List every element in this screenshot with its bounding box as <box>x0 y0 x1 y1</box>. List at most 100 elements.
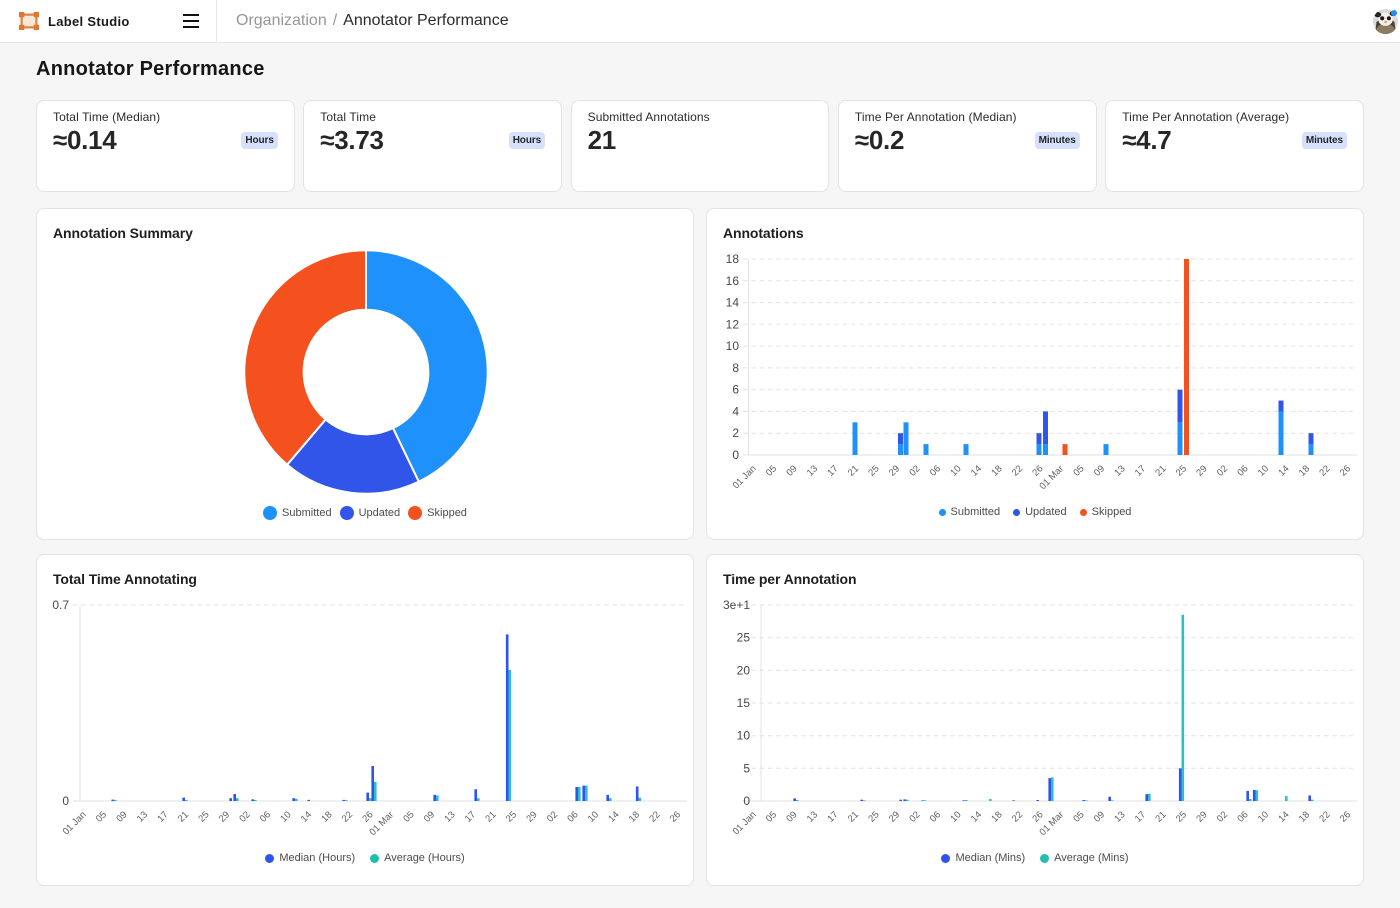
svg-text:21: 21 <box>1153 463 1168 478</box>
svg-text:25: 25 <box>737 631 751 645</box>
svg-text:05: 05 <box>1071 809 1086 824</box>
svg-text:29: 29 <box>887 463 902 478</box>
svg-text:29: 29 <box>887 809 902 824</box>
svg-text:10: 10 <box>726 339 740 353</box>
svg-text:13: 13 <box>135 809 150 824</box>
svg-text:14: 14 <box>969 809 984 824</box>
svg-text:10: 10 <box>948 463 963 478</box>
svg-text:21: 21 <box>483 809 498 824</box>
svg-text:17: 17 <box>155 809 170 824</box>
svg-text:13: 13 <box>442 809 457 824</box>
svg-text:06: 06 <box>928 809 943 824</box>
svg-text:10: 10 <box>586 809 601 824</box>
svg-text:13: 13 <box>1112 809 1127 824</box>
svg-text:4: 4 <box>732 404 739 418</box>
svg-text:18: 18 <box>627 809 642 824</box>
svg-text:10: 10 <box>737 729 751 743</box>
svg-text:25: 25 <box>504 809 519 824</box>
svg-text:18: 18 <box>319 809 334 824</box>
svg-text:6: 6 <box>732 383 739 397</box>
svg-text:06: 06 <box>928 463 943 478</box>
svg-text:10: 10 <box>948 809 963 824</box>
svg-text:02: 02 <box>1215 809 1230 824</box>
svg-text:14: 14 <box>969 463 984 478</box>
svg-text:09: 09 <box>1092 463 1107 478</box>
svg-text:21: 21 <box>846 463 861 478</box>
svg-text:05: 05 <box>94 809 109 824</box>
svg-text:14: 14 <box>726 296 740 310</box>
svg-text:14: 14 <box>606 809 621 824</box>
svg-text:29: 29 <box>1194 463 1209 478</box>
svg-text:13: 13 <box>1112 463 1127 478</box>
svg-text:09: 09 <box>114 809 129 824</box>
svg-text:02: 02 <box>907 463 922 478</box>
svg-text:09: 09 <box>784 463 799 478</box>
svg-text:8: 8 <box>732 361 739 375</box>
svg-text:22: 22 <box>647 809 662 824</box>
svg-text:13: 13 <box>805 809 820 824</box>
svg-text:16: 16 <box>726 274 740 288</box>
svg-text:06: 06 <box>1235 809 1250 824</box>
svg-text:17: 17 <box>1133 809 1148 824</box>
svg-text:0: 0 <box>62 794 69 808</box>
svg-text:22: 22 <box>340 809 355 824</box>
svg-text:25: 25 <box>866 463 881 478</box>
svg-text:01 Jan: 01 Jan <box>61 809 89 837</box>
svg-text:18: 18 <box>1297 463 1312 478</box>
svg-text:25: 25 <box>196 809 211 824</box>
svg-text:02: 02 <box>907 809 922 824</box>
svg-text:2: 2 <box>732 426 739 440</box>
svg-text:26: 26 <box>360 809 375 824</box>
svg-text:01 Jan: 01 Jan <box>731 463 759 491</box>
svg-text:06: 06 <box>565 809 580 824</box>
svg-text:21: 21 <box>846 809 861 824</box>
svg-text:15: 15 <box>737 696 751 710</box>
svg-text:25: 25 <box>866 809 881 824</box>
svg-text:09: 09 <box>1092 809 1107 824</box>
svg-text:3e+1: 3e+1 <box>723 598 750 612</box>
svg-text:0: 0 <box>743 794 750 808</box>
svg-text:14: 14 <box>1276 809 1291 824</box>
svg-text:02: 02 <box>1215 463 1230 478</box>
svg-text:13: 13 <box>805 463 820 478</box>
svg-text:17: 17 <box>825 463 840 478</box>
svg-text:05: 05 <box>401 809 416 824</box>
svg-text:21: 21 <box>176 809 191 824</box>
svg-text:26: 26 <box>668 809 683 824</box>
svg-text:26: 26 <box>1338 809 1353 824</box>
svg-text:10: 10 <box>1256 809 1271 824</box>
svg-text:09: 09 <box>784 809 799 824</box>
svg-text:22: 22 <box>1010 463 1025 478</box>
svg-text:22: 22 <box>1010 809 1025 824</box>
svg-text:25: 25 <box>1174 809 1189 824</box>
svg-text:10: 10 <box>1256 463 1271 478</box>
svg-text:17: 17 <box>463 809 478 824</box>
svg-text:14: 14 <box>299 809 314 824</box>
svg-text:09: 09 <box>422 809 437 824</box>
svg-text:05: 05 <box>1071 463 1086 478</box>
svg-text:0.7: 0.7 <box>52 598 69 612</box>
svg-text:29: 29 <box>217 809 232 824</box>
svg-text:5: 5 <box>743 761 750 775</box>
svg-text:06: 06 <box>258 809 273 824</box>
svg-text:01 Jan: 01 Jan <box>731 809 759 837</box>
svg-text:22: 22 <box>1317 809 1332 824</box>
svg-text:05: 05 <box>764 809 779 824</box>
svg-text:21: 21 <box>1153 809 1168 824</box>
svg-text:06: 06 <box>1235 463 1250 478</box>
svg-text:14: 14 <box>1276 463 1291 478</box>
svg-text:12: 12 <box>726 317 740 331</box>
svg-text:25: 25 <box>1174 463 1189 478</box>
svg-text:22: 22 <box>1317 463 1332 478</box>
svg-text:20: 20 <box>737 663 751 677</box>
svg-text:29: 29 <box>524 809 539 824</box>
svg-text:17: 17 <box>825 809 840 824</box>
svg-text:26: 26 <box>1030 809 1045 824</box>
svg-text:29: 29 <box>1194 809 1209 824</box>
svg-text:02: 02 <box>545 809 560 824</box>
svg-text:0: 0 <box>732 448 739 462</box>
svg-text:18: 18 <box>726 252 740 266</box>
svg-text:10: 10 <box>278 809 293 824</box>
svg-text:18: 18 <box>1297 809 1312 824</box>
svg-text:18: 18 <box>989 809 1004 824</box>
